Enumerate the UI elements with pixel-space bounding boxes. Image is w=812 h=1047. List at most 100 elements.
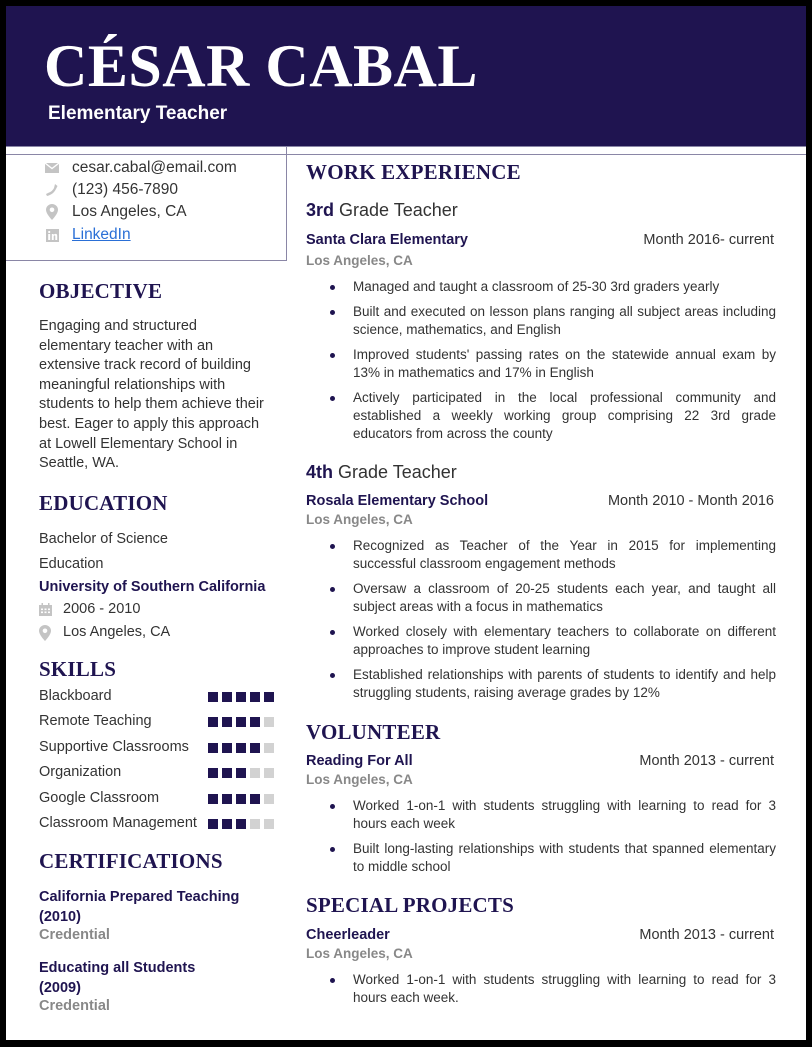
skill-rating-filled-square xyxy=(236,717,246,728)
education-field: Education xyxy=(39,556,104,572)
skill-rating-filled-square xyxy=(222,793,232,804)
job-organization: Santa Clara Elementary xyxy=(306,232,468,248)
skill-row: Remote Teaching xyxy=(39,713,279,733)
skill-rating-filled-square xyxy=(208,742,218,753)
skill-rating xyxy=(208,793,274,804)
objective-line: best. Eager to apply this approach xyxy=(39,415,260,432)
skill-rating xyxy=(208,768,274,779)
map-pin-icon xyxy=(39,624,53,641)
skill-rating-filled-square xyxy=(208,717,218,728)
skill-rating-filled-square xyxy=(208,692,218,702)
column-divider xyxy=(286,146,287,154)
skill-rating-filled-square xyxy=(236,819,246,829)
volunteer-heading: VOLUNTEER xyxy=(306,720,441,744)
bullet-item: Worked 1-on-1 with students struggling w… xyxy=(306,797,776,833)
job-role: Grade Teacher xyxy=(333,462,457,482)
objective-heading: OBJECTIVE xyxy=(39,279,163,303)
objective-line: Seattle, WA. xyxy=(39,455,120,472)
skill-rating-filled-square xyxy=(250,692,260,702)
bullet-item: Managed and taught a classroom of 25-30 … xyxy=(306,278,776,296)
skill-rating-empty-square xyxy=(264,793,274,804)
project-org-row: Cheerleader Month 2013 - current xyxy=(306,927,774,945)
objective-line: students to help them achieve their xyxy=(39,396,264,413)
education-years: 2006 - 2010 xyxy=(39,600,140,620)
skill-name: Google Classroom xyxy=(39,789,160,806)
cert-title: Educating all Students xyxy=(39,960,196,976)
skill-rating-empty-square xyxy=(264,717,274,728)
skill-rating xyxy=(208,692,274,702)
skill-row: Classroom Management xyxy=(39,815,279,835)
job-bullets: Recognized as Teacher of the Year in 201… xyxy=(306,537,776,709)
candidate-name: CÉSAR CABAL xyxy=(44,33,478,99)
skills-heading: SKILLS xyxy=(39,657,117,681)
project-dates: Month 2013 - current xyxy=(639,927,774,943)
skill-rating-filled-square xyxy=(208,768,218,779)
skill-rating-filled-square xyxy=(264,692,274,702)
phone-text: (123) 456-7890 xyxy=(72,181,178,198)
cert-year: (2009) xyxy=(39,980,81,996)
job-title: Elementary Teacher xyxy=(48,103,228,124)
skill-name: Organization xyxy=(39,764,122,781)
skill-rating-filled-square xyxy=(208,819,218,829)
volunteer-location: Los Angeles, CA xyxy=(306,772,413,787)
skill-row: Organization xyxy=(39,764,279,784)
resume-page: CÉSAR CABAL Elementary Teacher cesar.cab… xyxy=(6,6,806,1040)
skill-name: Supportive Classrooms xyxy=(39,738,189,755)
contact-location: Los Angeles, CA xyxy=(42,203,187,221)
contact-email: cesar.cabal@email.com xyxy=(42,159,237,177)
work-experience-heading: WORK EXPERIENCE xyxy=(306,160,521,184)
linkedin-icon xyxy=(42,227,62,243)
skill-row: Supportive Classrooms xyxy=(39,739,279,759)
linkedin-link[interactable]: LinkedIn xyxy=(72,226,131,244)
skill-rating-empty-square xyxy=(250,819,260,829)
education-location-text: Los Angeles, CA xyxy=(63,624,171,640)
job-position-title: 3rd Grade Teacher xyxy=(306,200,458,221)
education-degree: Bachelor of Science xyxy=(39,531,168,547)
bullet-item: Oversaw a classroom of 20-25 students ea… xyxy=(306,580,776,616)
objective-text: Engaging and structured elementary teach… xyxy=(39,317,264,474)
skill-name: Classroom Management xyxy=(39,815,197,831)
contact-linkedin: LinkedIn xyxy=(42,226,131,244)
skill-rating-filled-square xyxy=(236,793,246,804)
volunteer-dates: Month 2013 - current xyxy=(639,753,774,769)
job-location: Los Angeles, CA xyxy=(306,253,413,268)
phone-icon xyxy=(42,182,62,198)
job-org-row: Santa Clara Elementary Month 2016- curre… xyxy=(306,232,774,250)
special-projects-heading: SPECIAL PROJECTS xyxy=(306,893,515,917)
skill-name: Blackboard xyxy=(39,688,112,704)
objective-line: extensive track record of building xyxy=(39,357,251,374)
skill-rating-filled-square xyxy=(250,742,260,753)
volunteer-organization: Reading For All xyxy=(306,753,413,769)
calendar-icon xyxy=(39,603,53,617)
job-dates: Month 2016- current xyxy=(643,232,774,248)
certifications-heading: CERTIFICATIONS xyxy=(39,849,223,873)
contact-phone: (123) 456-7890 xyxy=(42,181,178,199)
bullet-item: Worked closely with elementary teachers … xyxy=(306,623,776,659)
cert-type: Credential xyxy=(39,998,110,1014)
cert-year: (2010) xyxy=(39,909,81,925)
skill-rating-empty-square xyxy=(250,768,260,779)
cert-type: Credential xyxy=(39,927,110,943)
volunteer-org-row: Reading For All Month 2013 - current xyxy=(306,753,774,771)
skill-rating-empty-square xyxy=(264,742,274,753)
header-banner: CÉSAR CABAL Elementary Teacher xyxy=(6,6,806,146)
job-bullets: Managed and taught a classroom of 25-30 … xyxy=(306,278,776,450)
job-location: Los Angeles, CA xyxy=(306,512,413,527)
skill-rating-filled-square xyxy=(236,692,246,702)
skill-row: Blackboard xyxy=(39,688,279,708)
skill-rating xyxy=(208,717,274,728)
job-org-row: Rosala Elementary School Month 2010 - Mo… xyxy=(306,493,774,511)
objective-line: Engaging and structured xyxy=(39,318,197,334)
skill-rating-empty-square xyxy=(264,768,274,779)
skill-rating-filled-square xyxy=(250,717,260,728)
bullet-item: Improved students' passing rates on the … xyxy=(306,346,776,382)
job-position-title: 4th Grade Teacher xyxy=(306,462,457,483)
skill-rating-filled-square xyxy=(222,819,232,829)
skill-name: Remote Teaching xyxy=(39,713,152,730)
bullet-item: Built and executed on lesson plans rangi… xyxy=(306,303,776,339)
objective-line: meaningful relationships with xyxy=(39,376,226,393)
education-location: Los Angeles, CA xyxy=(39,623,170,643)
skill-rating-filled-square xyxy=(208,793,218,804)
skill-rating-filled-square xyxy=(222,768,232,779)
skill-rating xyxy=(208,742,274,753)
